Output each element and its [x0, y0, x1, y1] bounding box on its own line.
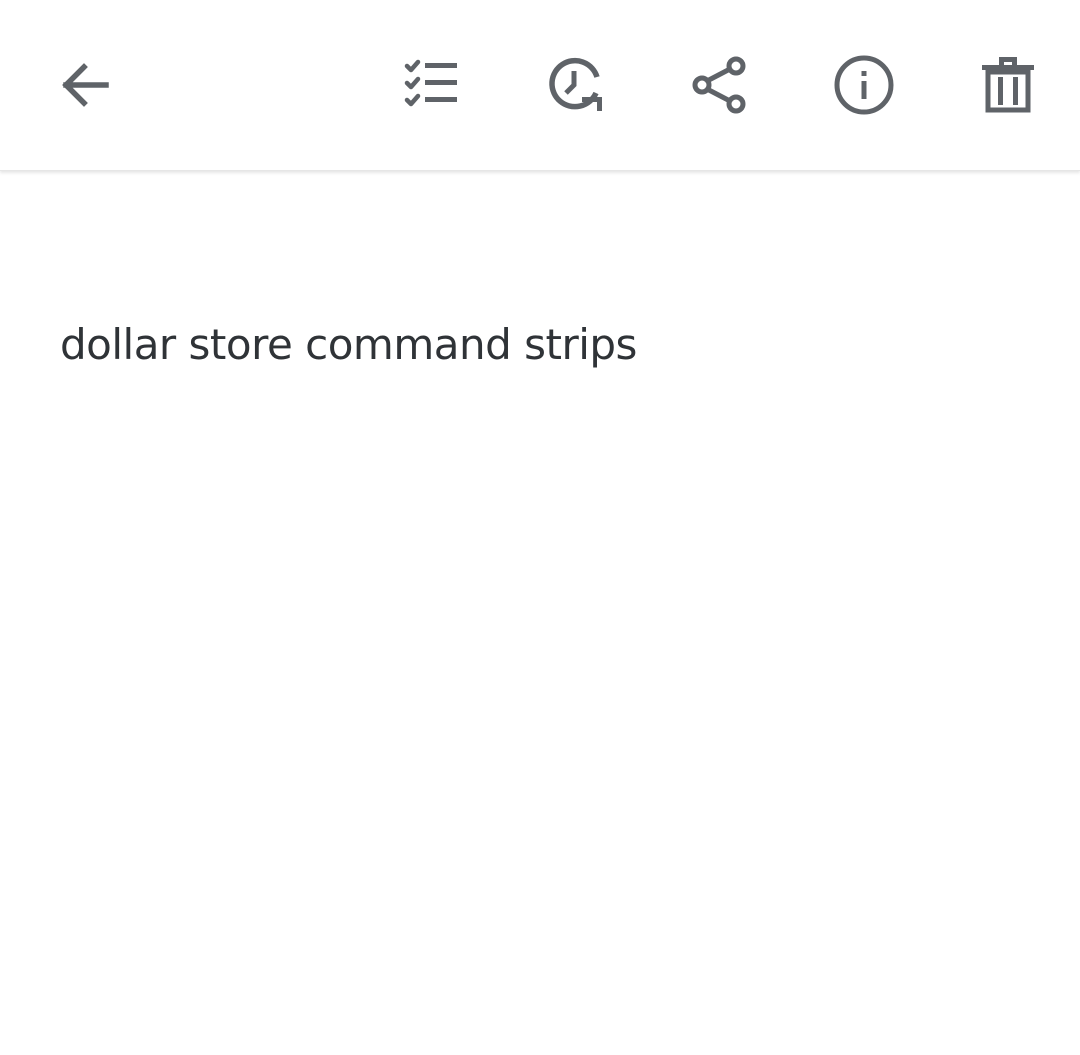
share-button[interactable] [680, 45, 760, 125]
checklist-button[interactable] [392, 45, 472, 125]
share-icon [692, 56, 746, 114]
trash-icon [982, 57, 1034, 113]
checklist-icon [404, 59, 457, 107]
back-button[interactable] [44, 45, 124, 125]
reminder-clock-icon [549, 57, 602, 111]
info-icon [834, 55, 894, 115]
arrow-back-icon [62, 63, 109, 107]
note-content[interactable]: dollar store command strips [60, 315, 1020, 375]
delete-button[interactable] [968, 45, 1048, 125]
info-button[interactable] [824, 45, 904, 125]
note-text[interactable]: dollar store command strips [60, 315, 1020, 375]
reminder-button[interactable] [536, 45, 616, 125]
top-toolbar [0, 0, 1080, 171]
